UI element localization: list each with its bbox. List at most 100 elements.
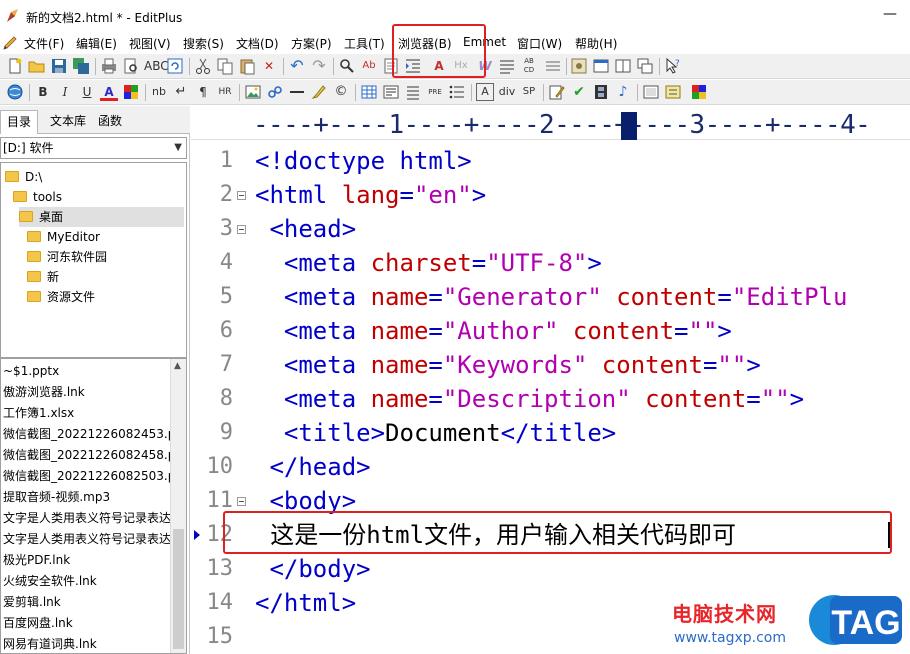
bold-button[interactable]: B bbox=[34, 83, 52, 101]
file-list-item[interactable]: 傲游浏览器.lnk bbox=[3, 382, 171, 403]
menu-file[interactable]: 文件(F) bbox=[24, 35, 64, 52]
menu-view[interactable]: 视图(V) bbox=[129, 35, 171, 52]
hr-button[interactable]: HR bbox=[216, 83, 234, 101]
highlighter-icon[interactable] bbox=[310, 83, 328, 101]
file-list-item[interactable]: 极光PDF.lnk bbox=[3, 550, 171, 571]
list-icon[interactable] bbox=[404, 83, 422, 101]
tree-folder-item[interactable]: 资源文件 bbox=[27, 287, 184, 307]
code-line[interactable]: 13 </body> bbox=[191, 552, 910, 586]
table-icon[interactable] bbox=[360, 83, 378, 101]
menu-window[interactable]: 窗口(W) bbox=[517, 35, 562, 52]
paste-icon[interactable] bbox=[238, 57, 256, 75]
file-list-item[interactable]: 爱剪辑.lnk bbox=[3, 592, 171, 613]
file-list-item[interactable]: 百度网盘.lnk bbox=[3, 613, 171, 634]
file-list-item[interactable]: ~$1.pptx bbox=[3, 361, 171, 382]
replace-icon[interactable]: Ab bbox=[360, 57, 378, 75]
code-line[interactable]: 1 <!doctype html> bbox=[191, 144, 910, 178]
font-button[interactable]: A bbox=[476, 83, 494, 101]
cascade-icon[interactable] bbox=[636, 57, 654, 75]
tab-functions[interactable]: 函数 bbox=[92, 110, 128, 134]
print-icon[interactable] bbox=[100, 57, 118, 75]
help-icon[interactable]: ? bbox=[664, 57, 682, 75]
code-line[interactable]: 15 bbox=[191, 620, 910, 654]
align-icon[interactable] bbox=[498, 57, 516, 75]
code-line[interactable]: 10 </head> bbox=[191, 450, 910, 484]
save-all-icon[interactable] bbox=[72, 57, 90, 75]
frame-icon[interactable] bbox=[642, 83, 660, 101]
pre-button[interactable]: PRE bbox=[426, 83, 444, 101]
file-list-item[interactable]: 微信截图_20221226082453.png bbox=[3, 424, 171, 445]
refresh-icon[interactable] bbox=[166, 57, 184, 75]
tree-folder-item[interactable]: 河东软件园 bbox=[27, 247, 184, 267]
tab-directory[interactable]: 目录 bbox=[0, 110, 39, 134]
new-file-icon[interactable] bbox=[6, 57, 24, 75]
globe-icon[interactable] bbox=[6, 83, 24, 101]
nbsp-button[interactable]: nb bbox=[150, 83, 168, 101]
tile-icon[interactable] bbox=[614, 57, 632, 75]
scroll-up-icon[interactable]: ▲ bbox=[174, 361, 181, 371]
fold-toggle-icon[interactable] bbox=[237, 225, 246, 234]
sort-icon[interactable]: AB CD bbox=[520, 57, 538, 75]
special-char-icon[interactable]: © bbox=[332, 83, 350, 101]
menu-tools[interactable]: 工具(T) bbox=[344, 35, 385, 52]
code-line[interactable]: 5 <meta name="Generator" content="EditPl… bbox=[191, 280, 910, 314]
div-button[interactable]: div bbox=[498, 83, 516, 101]
italic-button[interactable]: I bbox=[56, 83, 74, 101]
file-list-item[interactable]: 微信截图_20221226082458.png bbox=[3, 445, 171, 466]
file-list-item[interactable]: 提取音频-视频.mp3 bbox=[3, 487, 171, 508]
menu-search[interactable]: 搜索(S) bbox=[183, 35, 224, 52]
paragraph-button[interactable]: ¶ bbox=[194, 83, 212, 101]
scroll-thumb[interactable] bbox=[173, 529, 184, 649]
tab-cliptext[interactable]: 文本库 bbox=[44, 110, 92, 134]
tree-folder-item[interactable]: 新 bbox=[27, 267, 184, 287]
text-color-button[interactable]: A bbox=[100, 83, 118, 101]
object-icon[interactable] bbox=[664, 83, 682, 101]
code-line[interactable]: 7 <meta name="Keywords" content=""> bbox=[191, 348, 910, 382]
code-line[interactable]: 6 <meta name="Author" content=""> bbox=[191, 314, 910, 348]
hr-line-icon[interactable] bbox=[288, 83, 306, 101]
code-line[interactable]: 8 <meta name="Description" content=""> bbox=[191, 382, 910, 416]
settings-icon[interactable] bbox=[570, 57, 588, 75]
copy-icon[interactable] bbox=[216, 57, 234, 75]
tree-folder-item[interactable]: 桌面 bbox=[19, 207, 184, 227]
spell-check-icon[interactable]: ABC bbox=[144, 57, 169, 75]
validate-icon[interactable]: ✔ bbox=[570, 83, 588, 101]
film-icon[interactable] bbox=[592, 83, 610, 101]
file-list-item[interactable]: 微信截图_20221226082503.png bbox=[3, 466, 171, 487]
palette-icon[interactable] bbox=[122, 83, 140, 101]
code-line[interactable]: 9 <title>Document</title> bbox=[191, 416, 910, 450]
underline-button[interactable]: U bbox=[78, 83, 96, 101]
editor-area[interactable]: ----+----1----+----2----+----3----+----4… bbox=[191, 106, 910, 654]
link-icon[interactable] bbox=[266, 83, 284, 101]
span-button[interactable]: SP bbox=[520, 83, 538, 101]
redo-icon[interactable]: ↷ bbox=[310, 57, 328, 75]
tree-folder-item[interactable]: D:\ bbox=[5, 167, 184, 187]
code-line[interactable]: 14 </html> bbox=[191, 586, 910, 620]
file-list-item[interactable]: 文字是人类用表义符号记录表达信息 bbox=[3, 529, 171, 550]
undo-icon[interactable]: ↶ bbox=[288, 57, 306, 75]
music-icon[interactable]: ♪ bbox=[614, 83, 632, 101]
menu-project[interactable]: 方案(P) bbox=[291, 35, 332, 52]
file-list-item[interactable]: 工作簿1.xlsx bbox=[3, 403, 171, 424]
file-list-item[interactable]: 火绒安全软件.lnk bbox=[3, 571, 171, 592]
open-folder-icon[interactable] bbox=[28, 57, 46, 75]
tree-folder-item[interactable]: tools bbox=[13, 187, 184, 207]
cut-icon[interactable] bbox=[194, 57, 212, 75]
code-line[interactable]: 4 <meta charset="UTF-8"> bbox=[191, 246, 910, 280]
save-icon[interactable] bbox=[50, 57, 68, 75]
fold-toggle-icon[interactable] bbox=[237, 191, 246, 200]
minimize-button[interactable]: — bbox=[880, 4, 900, 24]
window-icon[interactable] bbox=[592, 57, 610, 75]
edit-icon[interactable] bbox=[548, 83, 566, 101]
file-list-item[interactable]: 网易有道词典.lnk bbox=[3, 634, 171, 653]
drive-selector[interactable]: [D:] 软件 ▼ bbox=[0, 137, 187, 159]
code-line[interactable]: 2 <html lang="en"> bbox=[191, 178, 910, 212]
file-list-item[interactable]: 文字是人类用表义符号记录表达信息 bbox=[3, 508, 171, 529]
menu-help[interactable]: 帮助(H) bbox=[575, 35, 617, 52]
print-preview-icon[interactable] bbox=[122, 57, 140, 75]
tree-folder-item[interactable]: MyEditor bbox=[27, 227, 184, 247]
line-icon[interactable] bbox=[544, 57, 562, 75]
grid-icon[interactable] bbox=[690, 83, 708, 101]
menu-edit[interactable]: 编辑(E) bbox=[76, 35, 117, 52]
delete-icon[interactable]: ✕ bbox=[260, 57, 278, 75]
